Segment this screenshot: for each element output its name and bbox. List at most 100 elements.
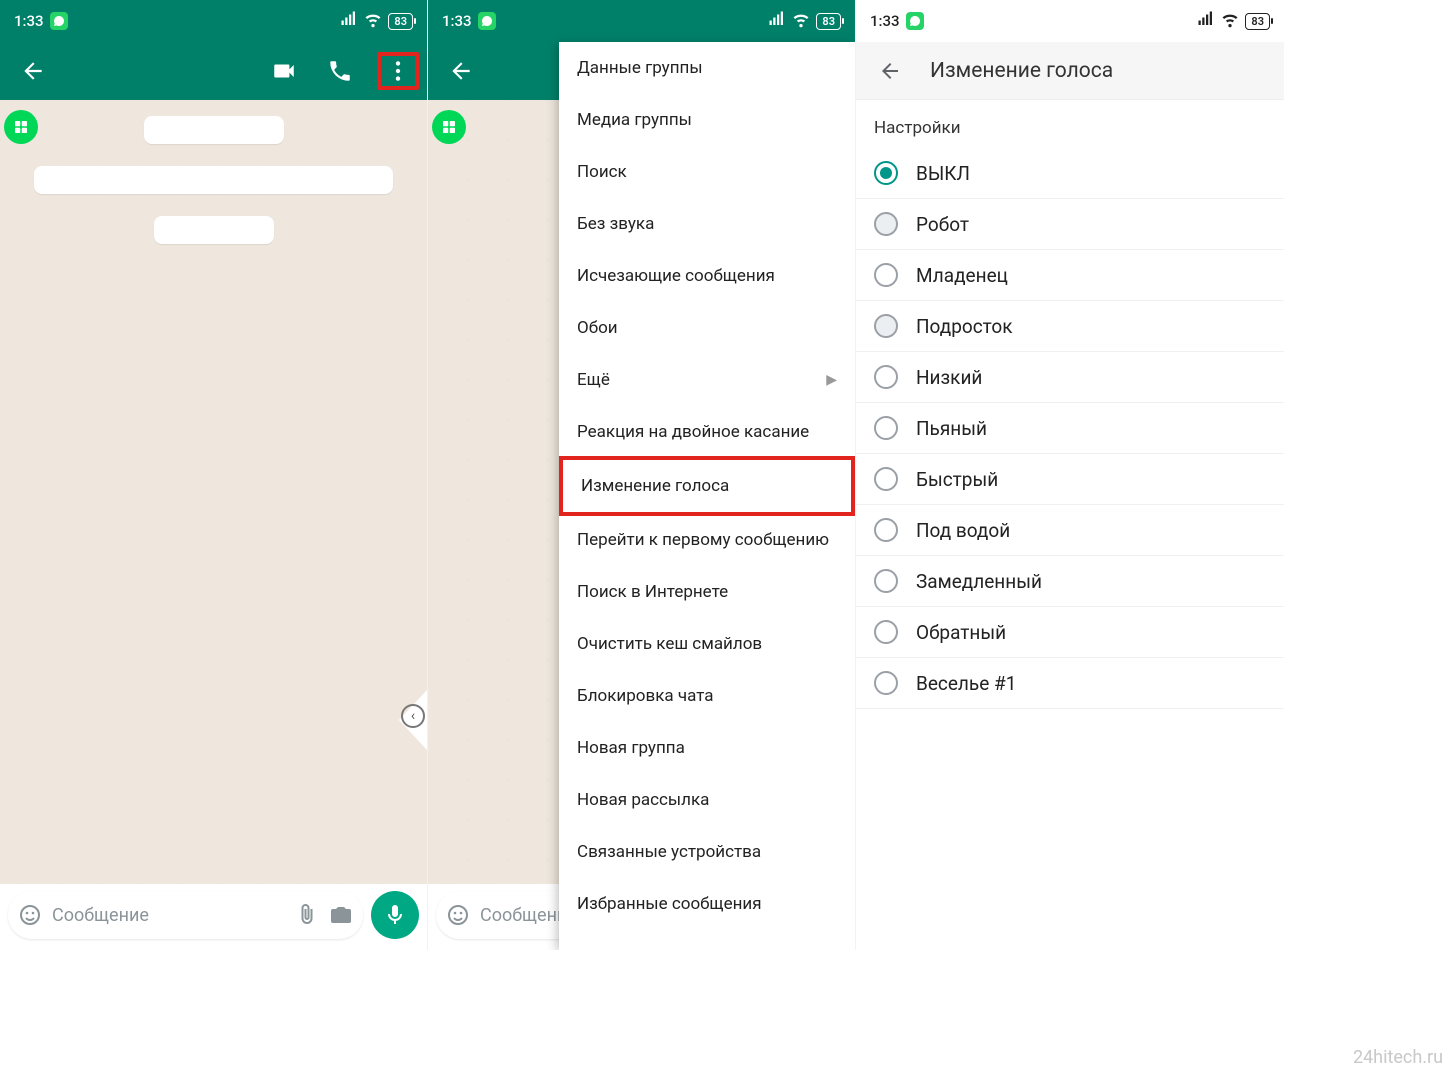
status-bar: 1:33 83 [856,0,1284,42]
wifi-icon [1220,9,1240,33]
back-button[interactable] [14,52,52,90]
menu-item-label: Изменение голоса [581,476,729,496]
menu-item-label: Поиск [577,162,627,182]
menu-item[interactable]: Исчезающие сообщения [559,250,855,302]
emoji-icon[interactable] [446,903,470,927]
menu-item-label: Ещё [577,370,610,390]
status-bar: 1:33 83 [428,0,855,42]
menu-item-label: Блокировка чата [577,686,714,706]
settings-section-label: Настройки [856,100,1284,148]
menu-item-label: Исчезающие сообщения [577,266,775,286]
voice-option-label: ВЫКЛ [916,162,970,185]
camera-icon[interactable] [329,903,353,927]
voice-option[interactable]: ВЫКЛ [856,148,1284,199]
status-time: 1:33 [442,12,472,30]
menu-item[interactable]: Без звука [559,198,855,250]
menu-item-label: Медиа группы [577,110,692,130]
message-input[interactable]: Сообщение [8,891,363,939]
radio-icon [874,518,898,542]
voice-option[interactable]: Низкий [856,352,1284,403]
voice-option-label: Замедленный [916,570,1042,593]
battery-indicator: 83 [1245,13,1270,30]
emoji-icon[interactable] [18,903,42,927]
menu-item-label: Обои [577,318,618,338]
radio-icon [874,467,898,491]
voice-option-label: Быстрый [916,468,998,491]
radio-icon [874,161,898,185]
voice-option[interactable]: Робот [856,199,1284,250]
phone-screenshot-1: 1:33 83 ‹ Сооб [0,0,428,950]
page-title: Изменение голоса [930,59,1113,83]
menu-item[interactable]: Обои [559,302,855,354]
menu-item-label: Реакция на двойное касание [577,422,809,442]
voice-call-button[interactable] [321,52,359,90]
signal-icon [1197,10,1215,32]
menu-item[interactable]: Медиа группы [559,94,855,146]
menu-item[interactable]: Очистить кеш смайлов [559,618,855,670]
menu-item[interactable]: Связанные устройства [559,826,855,878]
voice-option-label: Подросток [916,315,1013,338]
radio-icon [874,314,898,338]
voice-option[interactable]: Быстрый [856,454,1284,505]
voice-option-label: Веселье #1 [916,672,1016,695]
menu-item[interactable]: Новая группа [559,722,855,774]
battery-indicator: 83 [816,13,841,30]
menu-item-label: Новая группа [577,738,685,758]
chat-chip [144,116,284,144]
menu-item-label: Без звука [577,214,654,234]
menu-item[interactable]: Реакция на двойное касание [559,406,855,458]
radio-icon [874,620,898,644]
voice-option[interactable]: Замедленный [856,556,1284,607]
menu-item[interactable]: Изменение голоса [559,456,855,516]
voice-option-label: Низкий [916,366,982,389]
radio-icon [874,212,898,236]
menu-item[interactable]: Ещё ▶ [559,354,855,406]
menu-item[interactable]: Перейти к первому сообщению [559,514,855,566]
voice-option[interactable]: Под водой [856,505,1284,556]
menu-item[interactable]: Данные группы [559,42,855,94]
radio-icon [874,365,898,389]
wifi-icon [791,9,811,33]
grid-apps-icon[interactable] [4,110,38,144]
menu-item[interactable]: Избранные сообщения [559,878,855,930]
attach-icon[interactable] [295,903,319,927]
radio-icon [874,416,898,440]
menu-item[interactable]: Поиск в Интернете [559,566,855,618]
voice-option[interactable]: Подросток [856,301,1284,352]
grid-apps-icon[interactable] [432,110,466,144]
menu-item-label: Поиск в Интернете [577,582,728,602]
radio-icon [874,569,898,593]
voice-option[interactable]: Пьяный [856,403,1284,454]
voice-option[interactable]: Младенец [856,250,1284,301]
chevron-right-icon: ▶ [826,372,837,388]
back-button[interactable] [442,52,480,90]
phone-screenshot-3: 1:33 83 Изменение голоса Настройки ВЫКЛ Р… [856,0,1284,950]
menu-item-label: Очистить кеш смайлов [577,634,762,654]
menu-item-label: Связанные устройства [577,842,761,862]
compose-bar: Сообщение [0,884,427,950]
voice-record-button[interactable] [371,891,419,939]
video-call-button[interactable] [265,52,303,90]
signal-icon [340,10,358,32]
message-placeholder: Сообщение [52,905,285,926]
menu-item-label: Избранные сообщения [577,894,762,914]
more-options-button[interactable] [377,52,419,90]
chat-chip [34,166,393,194]
menu-item[interactable]: Блокировка чата [559,670,855,722]
voice-option-label: Младенец [916,264,1008,287]
menu-item[interactable]: Поиск [559,146,855,198]
status-time: 1:33 [14,12,44,30]
back-button[interactable] [872,53,908,89]
voice-option-label: Робот [916,213,969,236]
menu-item[interactable]: Новая рассылка [559,774,855,826]
radio-icon [874,263,898,287]
menu-item-label: Перейти к первому сообщению [577,530,829,550]
whatsapp-indicator-icon [50,12,68,30]
voice-option[interactable]: Обратный [856,607,1284,658]
options-dropdown-menu: Данные группы Медиа группы Поиск Без звука И… [559,42,855,950]
menu-item-label: Новая рассылка [577,790,709,810]
voice-options-list: ВЫКЛ Робот Младенец Подросток Низкий Пьяный Бы… [856,148,1284,709]
settings-header: Изменение голоса [856,42,1284,100]
voice-option[interactable]: Веселье #1 [856,658,1284,709]
chat-background: ‹ [0,100,427,884]
